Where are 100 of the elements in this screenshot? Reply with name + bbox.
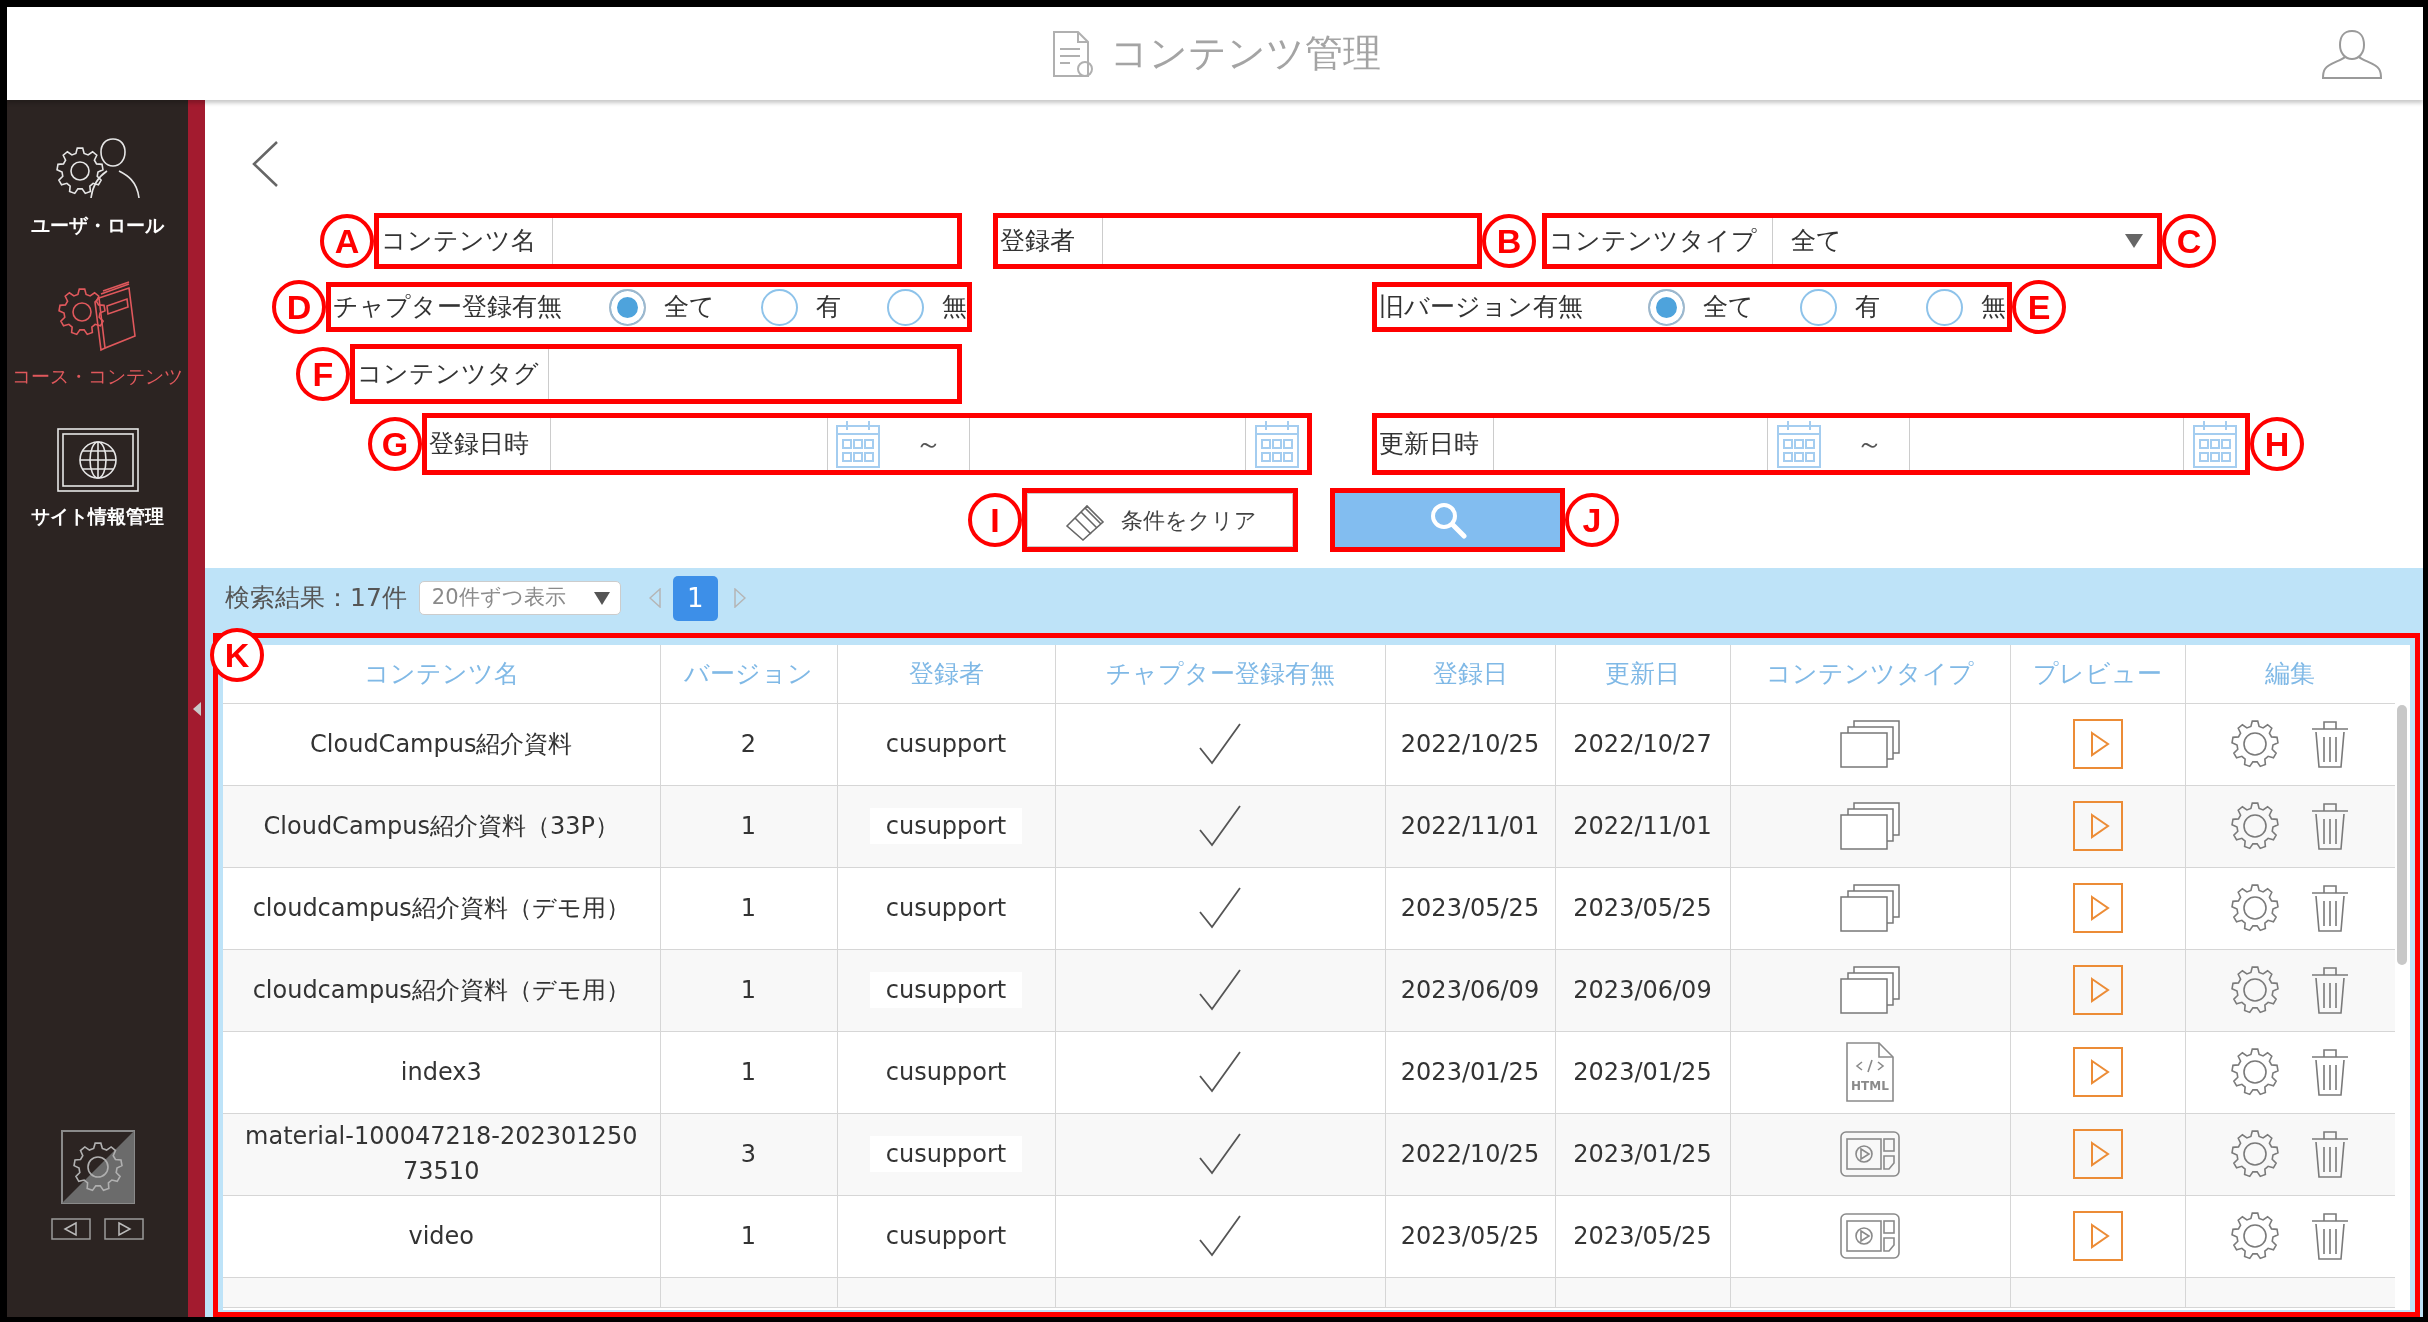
play-icon[interactable] (2072, 1211, 2123, 1261)
select-field[interactable]: 全て (1772, 218, 2157, 264)
table-cell: cusupport (837, 1195, 1055, 1277)
radio-label: 有 (1855, 292, 1880, 322)
calendar-icon[interactable] (835, 419, 881, 469)
play-icon[interactable] (2072, 1129, 2123, 1179)
table-cell: video (223, 1195, 660, 1277)
radio-button[interactable] (1800, 288, 1837, 326)
play-icon[interactable] (2072, 965, 2123, 1015)
slides-icon (1839, 965, 1901, 1015)
trash-icon[interactable] (2310, 719, 2351, 769)
table-cell: 2022/10/27 (1555, 703, 1730, 785)
callout-label: C (2162, 214, 2216, 268)
gear-icon[interactable] (2230, 1047, 2281, 1097)
field-label: コンテンツタグ (357, 359, 539, 389)
next-page-icon[interactable] (733, 588, 746, 608)
table-cell: 2023/01/25 (1555, 1031, 1730, 1113)
table-cell: 2 (660, 703, 837, 785)
table-cell: cusupport (837, 703, 1055, 785)
previous-page-icon[interactable] (648, 588, 661, 608)
field-label: 登録日時 (429, 429, 529, 459)
table-cell: 2023/05/25 (1555, 1195, 1730, 1277)
table-cell: 1 (660, 867, 837, 949)
trash-icon[interactable] (2310, 965, 2351, 1015)
table-cell: CloudCampus紹介資料（33P） (223, 785, 660, 867)
table-cell: 1 (660, 1195, 837, 1277)
table-cell: 2022/11/01 (1555, 785, 1730, 867)
callout-label: J (1565, 493, 1619, 547)
callout-label: F (296, 347, 350, 401)
trash-icon[interactable] (2310, 883, 2351, 933)
play-icon[interactable] (2072, 719, 2123, 769)
caret-icon (2125, 234, 2143, 248)
trash-icon[interactable] (2310, 1211, 2351, 1261)
callout-label: E (2012, 280, 2066, 334)
table-cell: cusupport (837, 785, 1055, 867)
field-label: 登録者 (1000, 226, 1075, 256)
slides-icon (1839, 883, 1901, 933)
radio-button[interactable] (1648, 288, 1685, 326)
calendar-icon[interactable] (1253, 419, 1300, 469)
table-cell: 3 (660, 1113, 837, 1195)
back-icon[interactable] (250, 140, 280, 188)
trash-icon[interactable] (2310, 1047, 2351, 1097)
radio-label: 全て (1703, 292, 1754, 322)
html-file-icon: HTML (1845, 1041, 1895, 1103)
gear-icon[interactable] (2230, 883, 2281, 933)
trash-icon[interactable] (2310, 801, 2351, 851)
play-icon[interactable] (2072, 1047, 2123, 1097)
range-separator: ～ (915, 427, 942, 461)
callout-label: A (320, 214, 374, 268)
table-cell: CloudCampus紹介資料 (223, 703, 660, 785)
play-icon[interactable] (2072, 883, 2123, 933)
table-cell: cloudcampus紹介資料（デモ用） (223, 949, 660, 1031)
gear-icon[interactable] (2230, 719, 2281, 769)
slides-icon (1839, 719, 1901, 769)
table-cell: 1 (660, 1031, 837, 1113)
calendar-icon[interactable] (1775, 419, 1822, 469)
clear-button[interactable]: 条件をクリア (1027, 493, 1293, 547)
play-icon[interactable] (2072, 801, 2123, 851)
scrollbar[interactable] (2397, 705, 2407, 965)
table-cell: 2023/05/25 (1385, 867, 1555, 949)
callout-label: B (1482, 214, 1536, 268)
sidebar-item[interactable]: サイト情報管理 (7, 428, 188, 530)
page-title: コンテンツ管理 (1109, 30, 1381, 77)
radio-button[interactable] (887, 288, 924, 326)
range-separator: ～ (1855, 427, 1883, 461)
callout-label: G (368, 417, 422, 471)
column-header: プレビュー (2010, 645, 2185, 703)
gear-icon[interactable] (2230, 801, 2281, 851)
table-cell: 2023/06/09 (1555, 949, 1730, 1031)
gear-icon[interactable] (2230, 1129, 2281, 1179)
sidebar-item[interactable]: ユーザ・ロール (7, 135, 188, 238)
table-cell: cusupport (837, 1113, 1055, 1195)
radio-button[interactable] (761, 288, 798, 326)
radio-button[interactable] (1926, 288, 1963, 326)
column-header: 更新日 (1555, 645, 1730, 703)
result-count: 検索結果：17件 (225, 583, 407, 613)
gear-icon[interactable] (2230, 965, 2281, 1015)
gear-person-icon (54, 135, 141, 201)
gear-icon[interactable] (2230, 1211, 2281, 1261)
collapse-arrow-icon[interactable] (192, 701, 201, 716)
table-cell: material-100047218-20230125073510 (223, 1113, 660, 1195)
field-label: 更新日時 (1379, 429, 1479, 459)
table-cell: 2022/10/25 (1385, 1113, 1555, 1195)
trash-icon[interactable] (2310, 1129, 2351, 1179)
user-icon[interactable] (2321, 27, 2383, 80)
radio-button[interactable] (609, 288, 646, 326)
calendar-icon[interactable] (2191, 419, 2238, 469)
settings-icon[interactable] (60, 1130, 135, 1204)
search-icon (1428, 501, 1467, 539)
callout-label: D (272, 280, 326, 334)
table-cell: 2023/01/25 (1385, 1031, 1555, 1113)
field-label: コンテンツタイプ (1549, 226, 1757, 256)
column-header: チャプター登録有無 (1055, 645, 1385, 703)
video-icon (1839, 1130, 1901, 1178)
table-cell: 2023/06/09 (1385, 949, 1555, 1031)
sidebar-item[interactable]: コース・コンテンツ (7, 277, 188, 389)
table-cell: 2023/05/25 (1385, 1195, 1555, 1277)
table-cell: cusupport (837, 949, 1055, 1031)
field-label: コンテンツ名 (381, 226, 536, 256)
callout-label: I (968, 493, 1022, 547)
